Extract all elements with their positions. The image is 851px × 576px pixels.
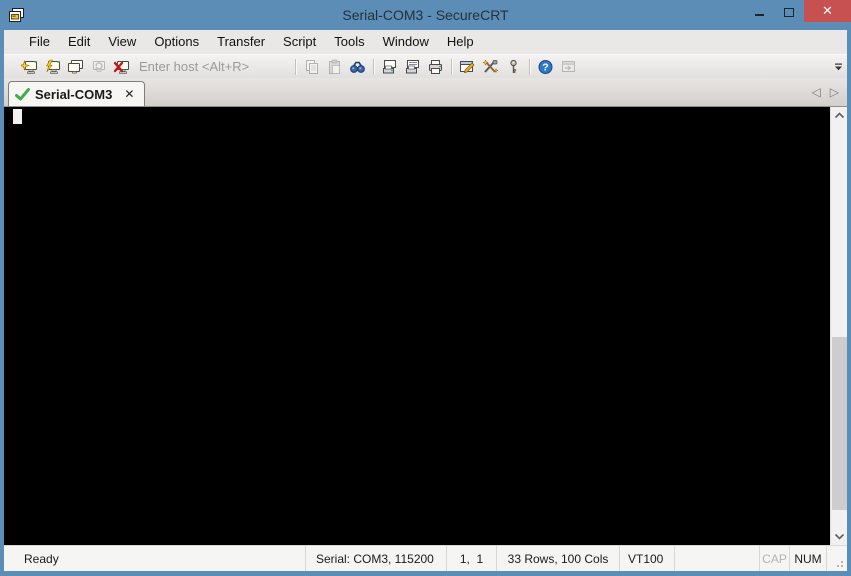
connected-check-icon — [15, 87, 30, 100]
tab-strip: Serial-COM3 ✕ ◁ ▷ — [4, 78, 847, 107]
copy-icon — [300, 56, 323, 77]
quick-connect-icon[interactable] — [41, 56, 64, 77]
scroll-up-icon[interactable] — [831, 107, 848, 124]
app-icon[interactable] — [8, 7, 25, 24]
toolbar-separator — [529, 58, 530, 75]
menu-transfer[interactable]: Transfer — [208, 30, 274, 54]
status-connection: Serial: COM3, 115200 — [305, 546, 447, 571]
connect-in-tab-icon[interactable] — [64, 56, 87, 77]
toolbar-separator — [295, 58, 296, 75]
menu-bar: File Edit View Options Transfer Script T… — [4, 30, 847, 54]
securecrt-window: Serial-COM3 - SecureCRT ✕ File Edit View… — [0, 0, 851, 576]
help-icon[interactable]: ? — [534, 56, 557, 77]
menu-options[interactable]: Options — [145, 30, 208, 54]
menu-tools[interactable]: Tools — [325, 30, 373, 54]
svg-text:?: ? — [542, 61, 548, 73]
toolbar: ? — [4, 54, 847, 78]
toolbar-separator — [373, 58, 374, 75]
paste-icon — [323, 56, 346, 77]
disconnect-icon[interactable] — [110, 56, 133, 77]
status-blank — [675, 546, 760, 571]
connect-icon[interactable] — [18, 56, 41, 77]
session-options-icon[interactable] — [456, 56, 479, 77]
global-options-icon[interactable] — [479, 56, 502, 77]
menu-file[interactable]: File — [20, 30, 59, 54]
status-ready: Ready — [24, 551, 59, 566]
reconnect-icon — [87, 56, 110, 77]
find-icon[interactable] — [346, 56, 369, 77]
window-title: Serial-COM3 - SecureCRT — [342, 7, 509, 23]
toolbar-overflow-button[interactable] — [832, 59, 845, 75]
print-icon[interactable] — [424, 56, 447, 77]
tab-scroll-right-icon[interactable]: ▷ — [830, 85, 839, 99]
resize-grip[interactable] — [827, 546, 847, 571]
tab-serial-com3[interactable]: Serial-COM3 ✕ — [8, 81, 146, 106]
status-bar: Ready Serial: COM3, 115200 1, 1 33 Rows,… — [4, 545, 847, 571]
menu-view[interactable]: View — [99, 30, 145, 54]
print-screen-icon[interactable] — [378, 56, 401, 77]
tab-scroll-left-icon[interactable]: ◁ — [812, 85, 821, 99]
securefx-icon — [557, 56, 580, 77]
minimize-button[interactable] — [744, 0, 774, 22]
titlebar: Serial-COM3 - SecureCRT ✕ — [0, 0, 851, 30]
key-agent-icon[interactable] — [502, 56, 525, 77]
scroll-down-icon[interactable] — [831, 528, 848, 545]
vertical-scrollbar[interactable] — [830, 107, 847, 545]
status-grid-size: 33 Rows, 100 Cols — [497, 546, 620, 571]
status-emulation: VT100 — [620, 546, 675, 571]
toolbar-separator — [451, 58, 452, 75]
status-cursor-position: 1, 1 — [447, 546, 497, 571]
menu-window[interactable]: Window — [374, 30, 438, 54]
tab-close-icon[interactable]: ✕ — [122, 87, 136, 101]
status-num-lock: NUM — [790, 546, 827, 571]
scrollbar-thumb[interactable] — [832, 337, 847, 510]
tab-label: Serial-COM3 — [35, 86, 113, 102]
status-caps-lock: CAP — [760, 546, 790, 571]
print-selection-icon[interactable] — [401, 56, 424, 77]
maximize-button[interactable] — [774, 0, 804, 22]
menu-edit[interactable]: Edit — [59, 30, 99, 54]
menu-help[interactable]: Help — [438, 30, 483, 54]
terminal-cursor — [13, 109, 22, 124]
menu-script[interactable]: Script — [274, 30, 325, 54]
host-input[interactable] — [139, 57, 287, 76]
terminal-screen[interactable] — [4, 107, 830, 545]
close-button[interactable]: ✕ — [804, 0, 851, 22]
